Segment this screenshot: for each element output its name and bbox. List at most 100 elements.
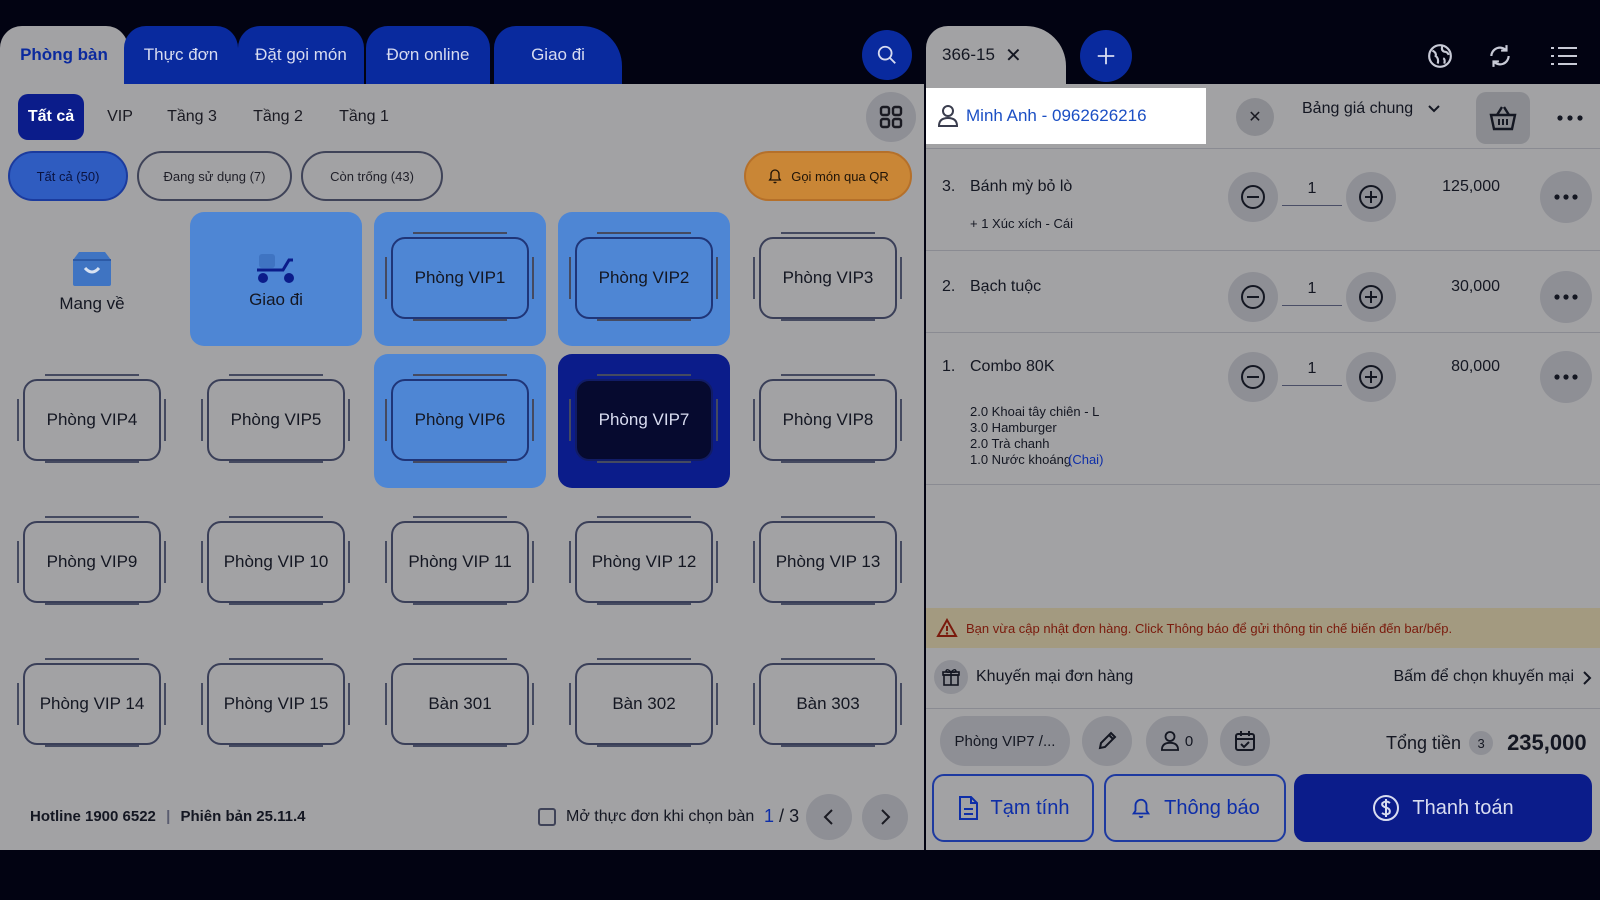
filter-in-use[interactable]: Đang sử dụng (7) — [137, 151, 292, 201]
increase-qty-button[interactable] — [1346, 272, 1396, 322]
list-icon — [1551, 47, 1577, 65]
room-label: Phòng VIP6 — [414, 410, 506, 429]
chair-right — [532, 541, 535, 583]
floor-tab-all[interactable]: Tất cả — [18, 94, 84, 140]
search-button[interactable] — [862, 30, 912, 80]
gift-icon-wrap — [934, 660, 968, 694]
gift-icon — [942, 669, 960, 686]
room-tile[interactable]: Phòng VIP8 — [753, 374, 902, 463]
promotion-action[interactable]: Bấm để chọn khuyến mại — [1393, 668, 1574, 686]
room-tile[interactable]: Phòng VIP2 — [569, 232, 718, 321]
room-label: Bàn 301 — [428, 694, 492, 713]
menu-button[interactable] — [1544, 36, 1584, 76]
item-name: Bạch tuộc — [970, 278, 1042, 295]
room-tile[interactable]: Phòng VIP 15 — [201, 658, 350, 747]
room-tile[interactable]: Phòng VIP1 — [385, 232, 534, 321]
decrease-qty-button[interactable] — [1228, 352, 1278, 402]
item-more-button[interactable] — [1540, 271, 1592, 323]
item-more-button[interactable] — [1540, 171, 1592, 223]
minus-icon — [1241, 365, 1265, 389]
open-menu-option[interactable]: Mở thực đơn khi chọn bàn — [538, 808, 754, 826]
room-tile[interactable]: Bàn 302 — [569, 658, 718, 747]
room-tile[interactable]: Phòng VIP 13 — [753, 516, 902, 605]
qr-order-button[interactable]: Gọi món qua QR — [744, 151, 912, 201]
pay-button[interactable]: Thanh toán — [1294, 774, 1592, 842]
chair-left — [569, 399, 572, 441]
room-tile[interactable]: Phòng VIP7 — [569, 374, 718, 463]
plus-icon — [1097, 47, 1115, 65]
room-tile[interactable]: Phòng VIP4 — [17, 374, 166, 463]
price-list-select[interactable]: Bảng giá chung — [1302, 100, 1441, 118]
promotion-row[interactable]: Khuyến mại đơn hàng Bấm để chọn khuyến m… — [926, 648, 1600, 708]
grid-view-button[interactable] — [866, 92, 916, 142]
bottom-bar — [0, 850, 1600, 900]
room-tile[interactable]: Phòng VIP 14 — [17, 658, 166, 747]
order-tab[interactable]: 366-15 ✕ — [926, 26, 1066, 84]
tab-thuc-don[interactable]: Thực đơn — [124, 26, 238, 84]
room-tile[interactable]: Phòng VIP 11 — [385, 516, 534, 605]
tab-don-online[interactable]: Đơn online — [366, 26, 490, 84]
room-label: Phòng VIP2 — [598, 268, 690, 287]
tab-dat-goi-mon[interactable]: Đặt gọi món — [238, 26, 364, 84]
prev-page-button[interactable] — [806, 794, 852, 840]
item-more-button[interactable] — [1540, 351, 1592, 403]
chair-right — [900, 257, 903, 299]
warning-icon — [936, 618, 958, 637]
qty-input[interactable]: 1 — [1282, 272, 1342, 306]
basket-button[interactable] — [1476, 92, 1530, 144]
chair-left — [201, 683, 204, 725]
qty-input[interactable]: 1 — [1282, 352, 1342, 386]
globe-button[interactable] — [1420, 36, 1460, 76]
increase-qty-button[interactable] — [1346, 352, 1396, 402]
provisional-button[interactable]: Tạm tính — [932, 774, 1094, 842]
increase-qty-button[interactable] — [1346, 172, 1396, 222]
room-tile[interactable]: Phòng VIP6 — [385, 374, 534, 463]
room-tile[interactable]: Phòng VIP9 — [17, 516, 166, 605]
room-tile[interactable]: Phòng VIP 12 — [569, 516, 718, 605]
next-page-button[interactable] — [862, 794, 908, 840]
add-order-button[interactable] — [1080, 30, 1132, 82]
separator — [926, 332, 1600, 333]
room-tile[interactable]: Phòng VIP3 — [753, 232, 902, 321]
room-label: Phòng VIP 12 — [591, 552, 697, 571]
open-menu-checkbox[interactable] — [538, 808, 556, 826]
order-total: Tổng tiền 3 235,000 — [1386, 730, 1587, 756]
item-price: 125,000 — [1442, 178, 1500, 195]
shopping-bag-icon — [73, 252, 111, 286]
floor-tab-tang-1[interactable]: Tầng 1 — [334, 94, 394, 140]
filter-free[interactable]: Còn trống (43) — [301, 151, 443, 201]
chair-right — [900, 683, 903, 725]
chair-right — [348, 399, 351, 441]
room-selector-button[interactable]: Phòng VIP7 /... — [940, 716, 1070, 766]
decrease-qty-button[interactable] — [1228, 272, 1278, 322]
schedule-button[interactable] — [1220, 716, 1270, 766]
chair-left — [385, 541, 388, 583]
guest-count-button[interactable]: 0 — [1146, 716, 1208, 766]
chair-left — [385, 399, 388, 441]
room-tile[interactable]: Bàn 303 — [753, 658, 902, 747]
sync-button[interactable] — [1480, 36, 1520, 76]
room-tile[interactable]: Bàn 301 — [385, 658, 534, 747]
close-icon[interactable]: ✕ — [1005, 43, 1022, 68]
chair-left — [569, 683, 572, 725]
room-tile[interactable]: Phòng VIP 10 — [201, 516, 350, 605]
notify-button[interactable]: Thông báo — [1104, 774, 1286, 842]
notify-label: Thông báo — [1164, 796, 1260, 819]
takeaway-tile[interactable]: Mang về — [22, 240, 162, 320]
hotline-text: Hotline 1900 6522 — [30, 808, 156, 825]
chair-right — [716, 257, 719, 299]
qty-input[interactable]: 1 — [1282, 172, 1342, 206]
more-options-button[interactable] — [1552, 100, 1588, 136]
room-label: Phòng VIP 14 — [39, 694, 145, 713]
floor-tab-vip[interactable]: VIP — [100, 94, 140, 140]
customer-field[interactable]: Minh Anh - 0962626216 — [926, 88, 1206, 144]
room-tile[interactable]: Phòng VIP5 — [201, 374, 350, 463]
floor-tab-tang-2[interactable]: Tầng 2 — [248, 94, 308, 140]
decrease-qty-button[interactable] — [1228, 172, 1278, 222]
tab-phong-ban[interactable]: Phòng bàn — [0, 26, 128, 84]
tab-giao-di[interactable]: Giao đi — [494, 26, 622, 84]
floor-tab-tang-3[interactable]: Tầng 3 — [162, 94, 222, 140]
clear-customer-button[interactable]: ✕ — [1236, 98, 1274, 136]
filter-all[interactable]: Tất cả (50) — [8, 151, 128, 201]
edit-button[interactable] — [1082, 716, 1132, 766]
